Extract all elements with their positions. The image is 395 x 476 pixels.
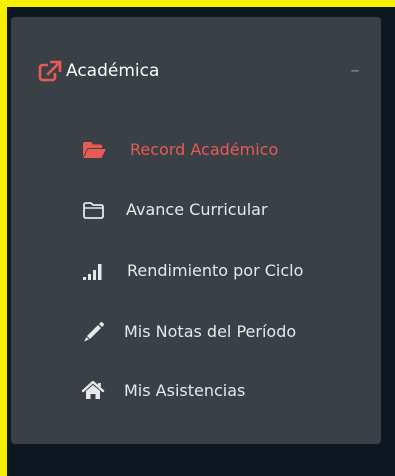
pencil-icon — [81, 319, 107, 345]
sidebar-item-label: Rendimiento por Ciclo — [127, 261, 304, 280]
signal-bars-icon — [81, 258, 107, 284]
sidebar-item-mis-asistencias[interactable]: Mis Asistencias — [11, 368, 381, 414]
sidebar-item-label: Record Académico — [130, 140, 279, 159]
folder-open-icon — [81, 137, 107, 163]
sidebar-item-avance-curricular[interactable]: Avance Curricular — [11, 187, 381, 233]
section-header-academica[interactable]: Académica – — [11, 17, 381, 117]
collapse-icon[interactable]: – — [345, 59, 365, 83]
folder-outline-icon — [81, 197, 107, 223]
sidebar-item-rendimiento-por-ciclo[interactable]: Rendimiento por Ciclo — [11, 248, 381, 294]
sidebar-item-record-academico[interactable]: Record Académico — [11, 127, 381, 173]
home-icon — [81, 378, 107, 404]
section-title: Académica — [66, 61, 160, 81]
sidebar-panel: Académica – Record Académico Avance Curr… — [11, 17, 381, 444]
external-link-icon — [37, 58, 63, 84]
sidebar-item-mis-notas-del-periodo[interactable]: Mis Notas del Período — [11, 309, 381, 355]
sidebar-item-label: Avance Curricular — [126, 200, 268, 219]
sidebar-item-label: Mis Asistencias — [124, 381, 246, 400]
sidebar-item-label: Mis Notas del Período — [124, 322, 297, 341]
